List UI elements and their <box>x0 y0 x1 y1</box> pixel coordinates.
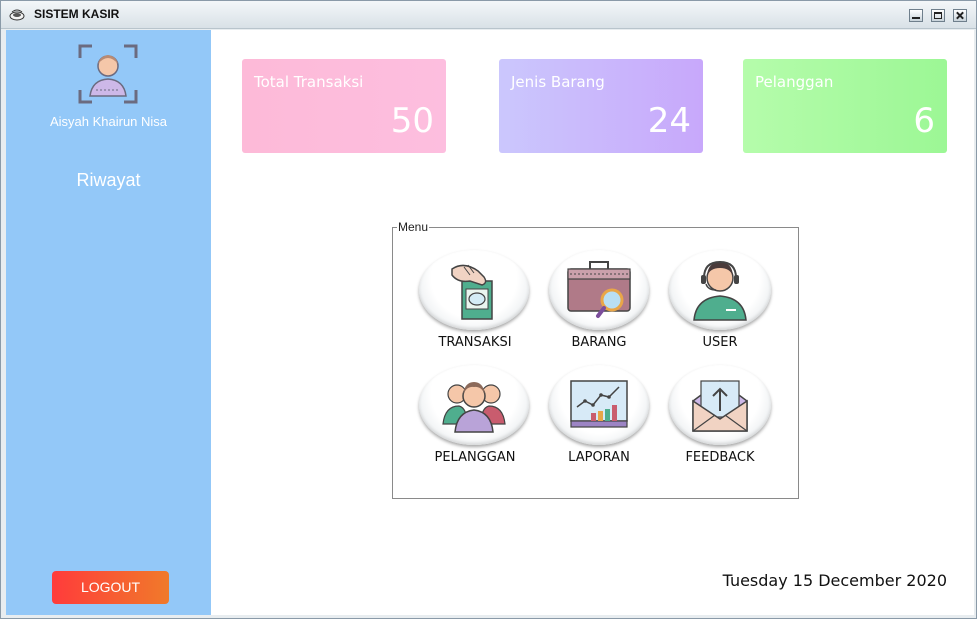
main-panel: Total Transaksi 50 Jenis Barang 24 Pelan… <box>211 30 974 615</box>
card-label: Pelanggan <box>755 73 834 91</box>
card-value: 24 <box>647 101 691 141</box>
laporan-label: LAPORAN <box>568 450 630 465</box>
headset-user-icon <box>693 260 747 321</box>
laporan-button[interactable] <box>549 365 649 445</box>
barang-label: BARANG <box>571 335 627 350</box>
transaksi-label: TRANSAKSI <box>438 335 512 350</box>
feedback-button[interactable] <box>669 365 771 445</box>
card-total-transaksi: Total Transaksi 50 <box>242 59 446 153</box>
minimize-button[interactable] <box>909 9 923 22</box>
title-bar[interactable]: SISTEM KASIR <box>1 1 976 29</box>
logout-button[interactable]: LOGOUT <box>52 571 169 604</box>
report-chart-icon <box>570 380 628 428</box>
maximize-button[interactable] <box>931 9 945 22</box>
customers-group-icon <box>442 382 506 433</box>
envelope-upload-icon <box>692 380 748 432</box>
transaksi-button[interactable] <box>419 250 529 330</box>
card-label: Total Transaksi <box>254 73 364 91</box>
riwayat-link[interactable]: Riwayat <box>6 170 211 191</box>
sidebar: Aisyah Khairun Nisa Riwayat LOGOUT <box>6 30 211 615</box>
app-window: SISTEM KASIR Aisyah Khairun Nisa Riwayat… <box>0 0 977 619</box>
feedback-label: FEEDBACK <box>685 450 755 465</box>
user-name: Aisyah Khairun Nisa <box>49 114 168 129</box>
current-date: Tuesday 15 December 2020 <box>722 571 947 590</box>
app-icon <box>9 9 25 21</box>
card-value: 6 <box>913 101 935 141</box>
user-button[interactable] <box>669 250 771 330</box>
menu-panel: Menu TRANSAKSI BARANG USER PELANGGAN LAP… <box>392 220 799 499</box>
menu-legend: Menu <box>397 220 430 234</box>
user-label: USER <box>702 335 738 350</box>
card-pelanggan: Pelanggan 6 <box>743 59 947 153</box>
card-label: Jenis Barang <box>511 73 605 91</box>
barang-button[interactable] <box>549 250 649 330</box>
user-avatar-icon <box>78 44 138 104</box>
briefcase-search-icon <box>567 261 631 318</box>
pelanggan-label: PELANGGAN <box>434 450 516 465</box>
pelanggan-button[interactable] <box>419 365 529 445</box>
window-title: SISTEM KASIR <box>34 7 120 21</box>
close-button[interactable] <box>953 9 967 22</box>
payment-card-icon <box>451 264 493 320</box>
card-value: 50 <box>390 101 434 141</box>
card-jenis-barang: Jenis Barang 24 <box>499 59 703 153</box>
